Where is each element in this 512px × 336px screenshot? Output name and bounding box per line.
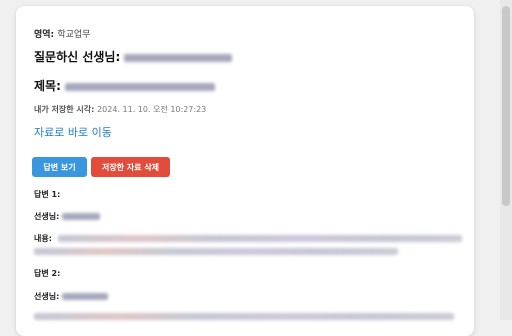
answer-1-teacher-redacted bbox=[62, 213, 101, 220]
page-scrollbar[interactable] bbox=[500, 0, 512, 320]
teacher-row: 질문하신 선생님: bbox=[34, 48, 233, 65]
answer-2-teacher-redacted bbox=[62, 293, 109, 300]
saved-time-row: 내가 저장한 시각: 2024. 11. 10. 오전 10:27:23 bbox=[34, 104, 206, 115]
answer-1-teacher-row: 선생님: bbox=[34, 211, 101, 222]
answer-1-content-line-1 bbox=[58, 235, 462, 242]
answer-2-content-line-1 bbox=[34, 313, 454, 320]
view-answer-button[interactable]: 답변 보기 bbox=[32, 157, 87, 177]
go-to-resource-link[interactable]: 자료로 바로 이동 bbox=[34, 124, 112, 140]
answer-2-teacher-label: 선생님: bbox=[34, 292, 60, 301]
answer-1-content-line-2 bbox=[34, 248, 398, 255]
area-label: 영역: bbox=[34, 30, 55, 40]
answer-2-teacher-row: 선생님: bbox=[34, 291, 109, 302]
area-value: 학교업무 bbox=[57, 30, 91, 40]
answer-1-heading: 답변 1: bbox=[34, 190, 61, 199]
title-value-redacted bbox=[65, 82, 216, 91]
teacher-label: 질문하신 선생님: bbox=[34, 50, 121, 64]
answer-2-heading: 답변 2: bbox=[34, 269, 61, 278]
title-row: 제목: bbox=[34, 77, 216, 94]
delete-saved-button[interactable]: 저장한 자료 삭제 bbox=[91, 157, 170, 177]
scrollbar-thumb[interactable] bbox=[502, 6, 510, 206]
title-label: 제목: bbox=[34, 79, 61, 93]
saved-time-value: 2024. 11. 10. 오전 10:27:23 bbox=[97, 105, 207, 114]
area-row: 영역: 학교업무 bbox=[34, 27, 90, 40]
saved-time-label: 내가 저장한 시각: bbox=[34, 105, 95, 114]
answer-1-content-label: 내용: bbox=[34, 234, 52, 243]
teacher-name-redacted bbox=[124, 53, 233, 62]
answer-1-teacher-label: 선생님: bbox=[34, 212, 60, 221]
